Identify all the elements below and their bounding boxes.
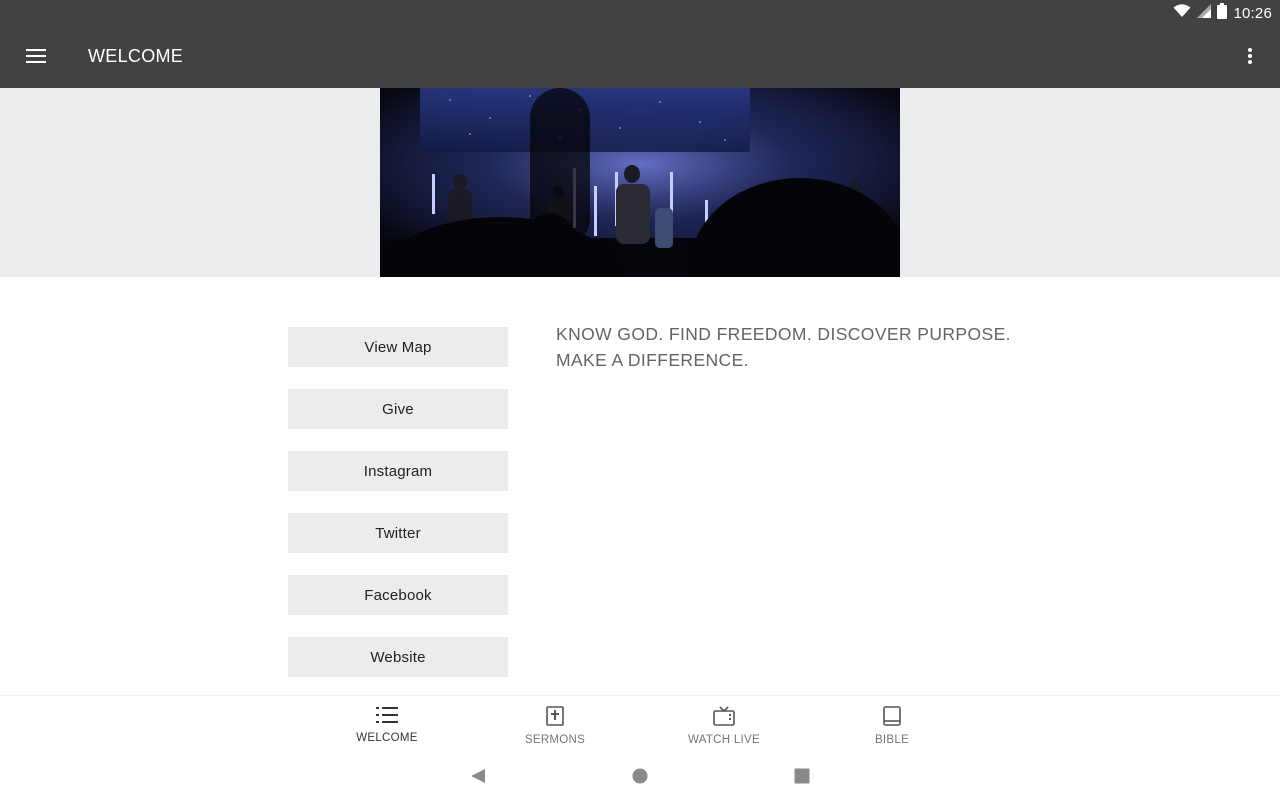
list-icon xyxy=(376,706,398,729)
nav-item-welcome[interactable]: WELCOME xyxy=(327,696,447,753)
app-bar: 10:26 WELCOME xyxy=(0,0,1280,88)
recents-icon[interactable] xyxy=(790,764,814,788)
status-bar: 10:26 xyxy=(1173,2,1272,24)
nav-label: SERMONS xyxy=(524,734,586,746)
home-icon[interactable] xyxy=(628,764,652,788)
hero-image xyxy=(380,88,900,277)
battery-icon xyxy=(1217,2,1228,24)
view-map-button[interactable]: View Map xyxy=(288,327,508,367)
tv-icon xyxy=(713,706,735,731)
bottom-navigation: WELCOME SERMONS WATCH LIVE BIBLE xyxy=(0,695,1280,752)
nav-label: WATCH LIVE xyxy=(687,734,760,746)
instagram-button[interactable]: Instagram xyxy=(288,451,508,491)
give-button[interactable]: Give xyxy=(288,389,508,429)
hero-banner xyxy=(0,88,1280,277)
cell-signal-icon xyxy=(1197,3,1212,23)
wifi-icon xyxy=(1173,3,1191,23)
website-button[interactable]: Website xyxy=(288,637,508,677)
nav-item-bible[interactable]: BIBLE xyxy=(832,696,952,753)
link-list: View Map Give Instagram Twitter Facebook… xyxy=(288,327,508,699)
facebook-button[interactable]: Facebook xyxy=(288,575,508,615)
page-title: WELCOME xyxy=(88,45,184,66)
nav-item-watch-live[interactable]: WATCH LIVE xyxy=(664,696,784,753)
tagline-text: KNOW GOD. FIND FREEDOM. DISCOVER PURPOSE… xyxy=(556,324,1011,370)
twitter-button[interactable]: Twitter xyxy=(288,513,508,553)
content-area: View Map Give Instagram Twitter Facebook… xyxy=(0,277,1280,695)
back-icon[interactable] xyxy=(466,764,490,788)
bible-cross-icon xyxy=(546,706,564,731)
hamburger-menu-icon[interactable] xyxy=(0,24,72,88)
nav-item-sermons[interactable]: SERMONS xyxy=(495,696,615,753)
toolbar: WELCOME xyxy=(0,24,1280,88)
book-icon xyxy=(883,706,901,731)
status-time: 10:26 xyxy=(1233,4,1272,22)
more-vertical-icon[interactable] xyxy=(1234,40,1266,72)
system-navigation-bar xyxy=(0,752,1280,800)
nav-label: WELCOME xyxy=(356,732,418,744)
nav-label: BIBLE xyxy=(874,734,910,746)
